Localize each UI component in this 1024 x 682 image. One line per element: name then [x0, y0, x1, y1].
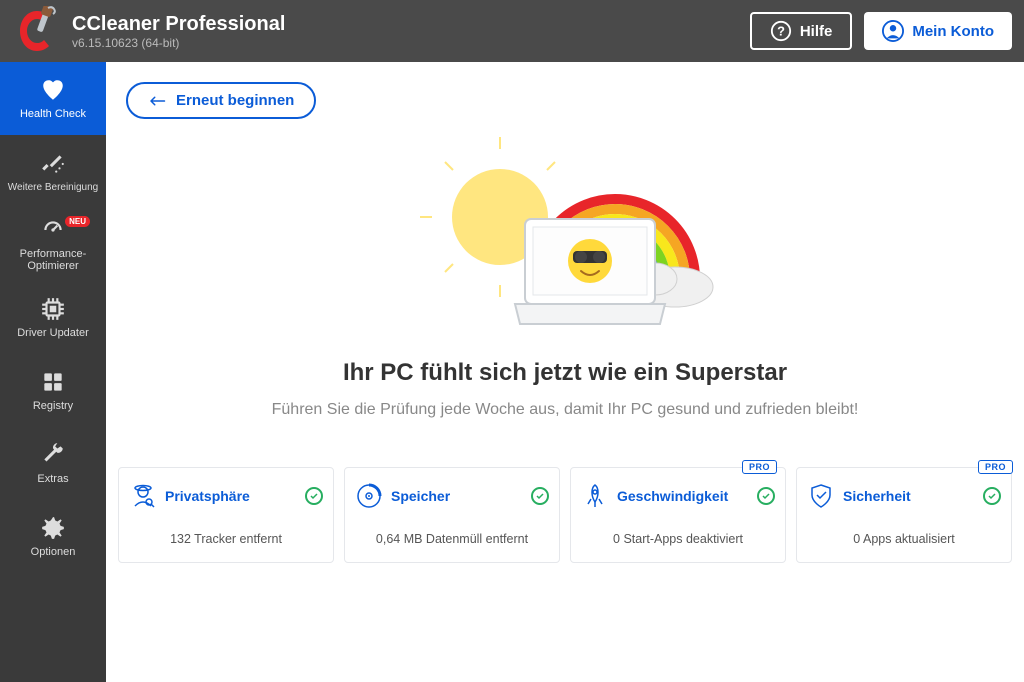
pro-badge: PRO: [978, 460, 1013, 474]
card-title: Geschwindigkeit: [617, 488, 749, 504]
help-icon: ?: [770, 20, 792, 42]
sidebar-item-performance[interactable]: NEU Performance-Optimierer: [0, 208, 106, 281]
sidebar-item-label: Health Check: [20, 108, 86, 120]
subline: Führen Sie die Prüfung jede Woche aus, d…: [272, 401, 859, 419]
card-space[interactable]: Speicher 0,64 MB Datenmüll entfernt: [344, 467, 560, 563]
svg-text:?: ?: [777, 24, 785, 39]
sidebar-item-label: Weitere Bereinigung: [8, 182, 98, 193]
disk-icon: [355, 482, 383, 510]
sidebar-item-driver-updater[interactable]: Driver Updater: [0, 281, 106, 354]
new-badge: NEU: [65, 216, 90, 227]
account-button[interactable]: Mein Konto: [864, 12, 1012, 50]
gauge-icon: [40, 217, 66, 243]
card-title: Sicherheit: [843, 488, 975, 504]
chip-icon: [40, 296, 66, 322]
arrow-left-icon: [148, 94, 166, 108]
title-block: CCleaner Professional v6.15.10623 (64-bi…: [72, 13, 750, 50]
card-text: 0 Apps aktualisiert: [807, 532, 1001, 546]
headline: Ihr PC fühlt sich jetzt wie ein Supersta…: [343, 359, 787, 387]
checkmark-icon: [531, 487, 549, 505]
account-label: Mein Konto: [912, 23, 994, 40]
card-text: 0,64 MB Datenmüll entfernt: [355, 532, 549, 546]
sidebar-item-label: Optionen: [31, 546, 76, 558]
checkmark-icon: [305, 487, 323, 505]
sidebar: Health Check Weitere Bereinigung NEU Per…: [0, 62, 106, 682]
card-title: Speicher: [391, 488, 523, 504]
sidebar-item-registry[interactable]: Registry: [0, 354, 106, 427]
help-label: Hilfe: [800, 23, 833, 40]
card-text: 132 Tracker entfernt: [129, 532, 323, 546]
restart-label: Erneut beginnen: [176, 92, 294, 109]
main-content: Erneut beginnen: [106, 62, 1024, 682]
brush-sparkle-icon: [40, 151, 66, 177]
hero-section: Ihr PC fühlt sich jetzt wie ein Supersta…: [114, 129, 1016, 419]
pro-badge: PRO: [742, 460, 777, 474]
card-text: 0 Start-Apps deaktiviert: [581, 532, 775, 546]
app-version: v6.15.10623 (64-bit): [72, 36, 750, 50]
gear-icon: [40, 515, 66, 541]
result-cards: Privatsphäre 132 Tracker entfernt Speich…: [114, 467, 1016, 563]
sidebar-item-label: Extras: [37, 473, 68, 485]
illustration: [405, 129, 725, 339]
wrench-icon: [40, 442, 66, 468]
grid-icon: [40, 369, 66, 395]
sidebar-item-health-check[interactable]: Health Check: [0, 62, 106, 135]
sidebar-item-tools[interactable]: Extras: [0, 427, 106, 500]
app-logo: [12, 6, 62, 56]
checkmark-icon: [757, 487, 775, 505]
user-icon: [882, 20, 904, 42]
restart-button[interactable]: Erneut beginnen: [126, 82, 316, 119]
sidebar-item-label: Performance-Optimierer: [4, 248, 102, 272]
card-privacy[interactable]: Privatsphäre 132 Tracker entfernt: [118, 467, 334, 563]
sidebar-item-label: Driver Updater: [17, 327, 89, 339]
shield-icon: [807, 482, 835, 510]
checkmark-icon: [983, 487, 1001, 505]
app-title: CCleaner Professional: [72, 13, 750, 36]
help-button[interactable]: ? Hilfe: [750, 12, 853, 50]
app-header: CCleaner Professional v6.15.10623 (64-bi…: [0, 0, 1024, 62]
card-title: Privatsphäre: [165, 488, 297, 504]
rocket-icon: [581, 482, 609, 510]
sidebar-item-custom-clean[interactable]: Weitere Bereinigung: [0, 135, 106, 208]
sidebar-item-options[interactable]: Optionen: [0, 500, 106, 573]
sidebar-item-label: Registry: [33, 400, 73, 412]
card-security[interactable]: PRO Sicherheit 0 Apps aktualisiert: [796, 467, 1012, 563]
card-speed[interactable]: PRO Geschwindigkeit 0 Start-Apps deaktiv…: [570, 467, 786, 563]
heart-icon: [40, 77, 66, 103]
privacy-icon: [129, 482, 157, 510]
